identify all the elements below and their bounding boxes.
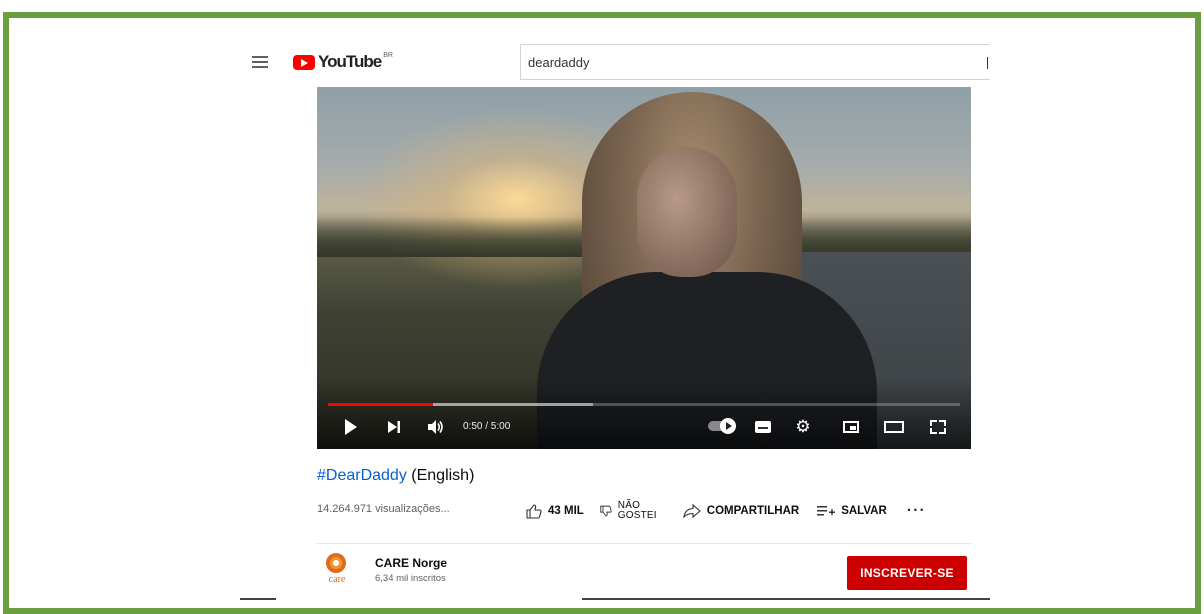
controls-gradient — [317, 379, 971, 449]
more-horizontal-icon[interactable]: ··· — [907, 502, 926, 520]
title-text: (English) — [406, 467, 475, 484]
dislike-button[interactable]: NÃO GOSTEI — [600, 501, 657, 521]
hamburger-icon[interactable] — [252, 56, 268, 68]
autoplay-toggle[interactable] — [708, 418, 736, 434]
theater-icon — [884, 421, 904, 433]
miniplayer-button[interactable] — [840, 415, 862, 439]
dislike-label-line2: GOSTEI — [617, 510, 657, 521]
bottom-edge-line — [240, 598, 276, 600]
share-button[interactable]: COMPARTILHAR — [683, 504, 799, 518]
channel-avatar[interactable]: care — [326, 553, 348, 589]
video-title: #DearDaddy (English) — [317, 467, 474, 485]
channel-logo-text: care — [328, 574, 346, 585]
time-display: 0:50 / 5:00 — [463, 421, 511, 432]
share-label: COMPARTILHAR — [706, 505, 800, 517]
subtitles-icon — [755, 421, 771, 433]
bottom-edge-line — [582, 598, 990, 600]
play-button[interactable] — [343, 415, 359, 439]
youtube-logo[interactable]: YouTube BR — [293, 52, 393, 72]
logo-text: YouTube — [318, 52, 382, 71]
divider — [317, 543, 971, 544]
volume-button[interactable] — [425, 415, 447, 439]
youtube-page: YouTube BR 0:50 / 5:00 ⚙ — [240, 40, 990, 614]
video-scene-face — [637, 147, 737, 277]
like-button[interactable]: 43 MIL — [526, 503, 584, 519]
gear-icon: ⚙ — [795, 417, 811, 436]
settings-button[interactable]: ⚙ — [793, 415, 813, 439]
top-bar: YouTube BR — [240, 40, 990, 86]
miniplayer-icon — [843, 421, 859, 433]
share-arrow-icon — [683, 504, 701, 518]
search-input[interactable] — [526, 54, 970, 71]
save-label: SALVAR — [841, 505, 887, 517]
autoplay-knob — [720, 418, 736, 434]
thumbs-down-icon — [600, 505, 612, 517]
next-icon — [388, 421, 400, 433]
thumbs-up-icon — [526, 503, 542, 519]
progress-bar[interactable] — [328, 403, 960, 406]
video-actions: 43 MIL NÃO GOSTEI COMPARTILHAR SALVAR ··· — [526, 496, 926, 526]
subscriber-count: 6,34 mil inscritos — [375, 573, 446, 584]
progress-played — [328, 403, 434, 406]
fullscreen-button[interactable] — [927, 415, 949, 439]
title-hashtag-link[interactable]: #DearDaddy — [317, 467, 407, 484]
fullscreen-icon — [930, 420, 946, 434]
search-box[interactable] — [520, 44, 990, 80]
volume-icon — [428, 420, 443, 434]
view-count: 14.264.971 visualizações... — [317, 503, 450, 515]
youtube-play-icon — [293, 54, 315, 70]
subscribe-button[interactable]: INSCREVER-SE — [847, 556, 967, 590]
save-button[interactable]: SALVAR — [817, 505, 887, 517]
care-logo-icon — [326, 553, 346, 573]
channel-name[interactable]: CARE Norge — [375, 556, 447, 570]
playlist-add-icon — [817, 506, 836, 516]
subtitles-button[interactable] — [754, 415, 772, 439]
theater-mode-button[interactable] — [882, 415, 906, 439]
video-player[interactable]: 0:50 / 5:00 ⚙ — [317, 87, 971, 449]
like-count: 43 MIL — [548, 505, 584, 517]
next-button[interactable] — [385, 415, 403, 439]
dislike-label: NÃO GOSTEI — [618, 501, 657, 521]
text-cursor — [987, 57, 988, 69]
country-code: BR — [383, 51, 393, 59]
